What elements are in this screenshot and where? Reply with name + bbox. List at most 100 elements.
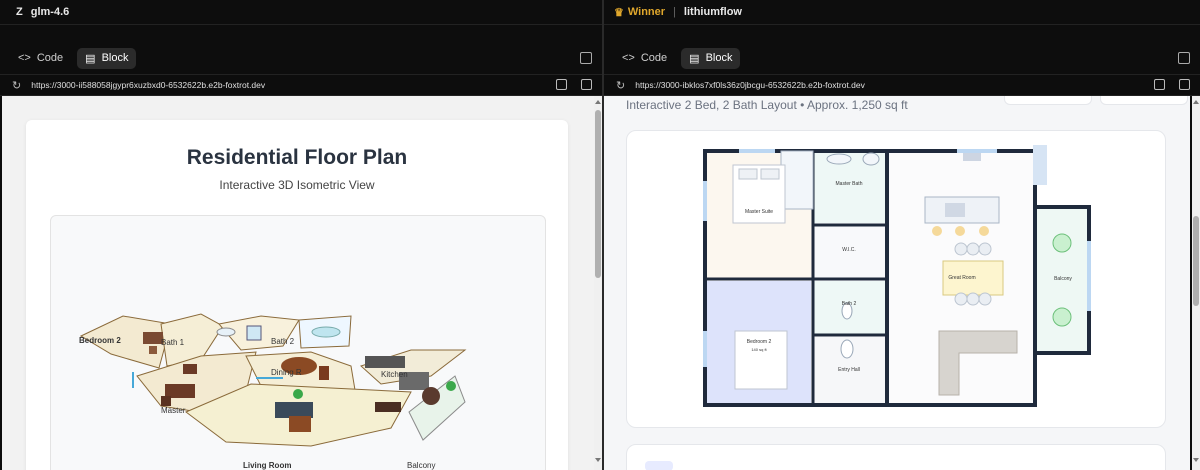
scroll-thumb[interactable]: [595, 110, 601, 278]
furniture-nightstand: [149, 346, 157, 354]
tab-block[interactable]: ▤ Block: [681, 47, 741, 69]
url-text[interactable]: https://3000-ii588058jgypr6xuzbxd0-65326…: [31, 80, 265, 90]
label-bath1: Bath 1: [161, 338, 185, 347]
isometric-svg: [79, 313, 467, 447]
furniture-chair-6: [978, 292, 992, 306]
scroll-up-icon[interactable]: [1193, 100, 1199, 104]
label-master: Master: [161, 406, 186, 415]
tab-block-label: Block: [101, 52, 129, 64]
label-entry-hall: Entry Hall: [838, 367, 860, 373]
tab-block[interactable]: ▤ Block: [77, 47, 137, 69]
right-viewport: Interactive 2 Bed, 2 Bath Layout • Appro…: [604, 96, 1190, 470]
model-name: lithiumflow: [683, 6, 742, 18]
furniture-chair-4: [954, 292, 968, 306]
label-bath2: Bath 2: [271, 337, 295, 346]
furniture-chair-3: [978, 242, 992, 256]
label-balcony: Balcony: [407, 461, 436, 470]
right-header: ♛ Winner | lithiumflow: [604, 0, 1200, 25]
info-card: [626, 444, 1166, 470]
right-tabs: <> Code ▤ Block: [604, 46, 1200, 70]
right-pane: ♛ Winner | lithiumflow <> Code ▤ Block ↻ ht…: [604, 0, 1200, 470]
plant-icon: [293, 389, 303, 399]
scroll-down-icon[interactable]: [595, 458, 601, 462]
fixture-cooktop: [945, 203, 965, 217]
window-icon: [739, 149, 775, 153]
code-icon: <>: [622, 52, 635, 64]
floorplan-card: Residential Floor Plan Interactive 3D Is…: [26, 120, 568, 470]
fixture-shower: [246, 325, 262, 341]
window-icon-5: [1033, 145, 1047, 185]
label-dining: Dining R: [271, 368, 302, 377]
furniture-bed-master: [165, 384, 195, 398]
label-bedroom2-area: 140 sq ft: [751, 347, 767, 352]
header-separator: |: [673, 6, 676, 18]
reload-icon[interactable]: ↻: [616, 79, 625, 92]
label-wic: W.I.C.: [842, 247, 856, 253]
furniture-pillow-2: [760, 168, 780, 180]
fixture-bathtub: [311, 326, 341, 338]
furniture-tv-stand: [375, 402, 401, 412]
furniture-chair-5: [966, 292, 980, 306]
furniture-counter: [365, 356, 405, 368]
tab-block-label: Block: [705, 52, 733, 64]
plant-balcony-icon: [446, 381, 456, 391]
label-living: Living Room: [243, 461, 292, 470]
label-kitchen: Kitchen: [381, 370, 408, 379]
label-bedroom2: Bedroom 2: [79, 336, 121, 345]
open-external-icon[interactable]: [581, 79, 592, 90]
floorplan-card: Master Suite Master Bath W.I.C. Bath 2 B…: [626, 130, 1166, 428]
right-urlbar: ↻ https://3000-ibklos7xf0ls36z0jbcgu-653…: [604, 74, 1200, 96]
copy-icon[interactable]: [556, 79, 567, 90]
code-icon: <>: [18, 52, 31, 64]
furniture-round-table: [422, 387, 440, 405]
tab-code-label: Code: [36, 52, 64, 64]
label-master-bath: Master Bath: [836, 181, 863, 187]
furniture-chair-2: [966, 242, 980, 256]
winner-badge: ♛ Winner: [614, 6, 665, 19]
page-title: Residential Floor Plan: [186, 146, 408, 169]
page-subtitle: Interactive 3D Isometric View: [219, 178, 375, 192]
scroll-thumb[interactable]: [1193, 216, 1199, 306]
label-balcony: Balcony: [1054, 276, 1072, 282]
winner-label: Winner: [627, 6, 666, 18]
furniture-dresser: [161, 396, 171, 406]
top-button-2[interactable]: [1100, 96, 1188, 105]
block-icon: ▤: [689, 52, 700, 65]
panel-toggle-icon[interactable]: [580, 52, 592, 64]
furniture-stool-2: [955, 226, 965, 236]
scroll-down-icon[interactable]: [1193, 458, 1199, 462]
window-icon-6: [1087, 241, 1091, 311]
label-great-room: Great Room: [948, 275, 975, 281]
left-tabs: <> Code ▤ Block: [0, 46, 602, 70]
scroll-up-icon[interactable]: [595, 100, 601, 104]
left-scrollbar[interactable]: [594, 96, 602, 470]
zhipu-logo-icon: Z: [16, 6, 23, 18]
furniture-chair: [954, 242, 968, 256]
left-pane: Z glm-4.6 <> Code ▤ Block ↻ https://3000-i…: [0, 0, 602, 470]
crown-icon: ♛: [614, 6, 624, 19]
url-text[interactable]: https://3000-ibklos7xf0ls36z0jbcgu-65326…: [635, 80, 865, 90]
fireplace-icon: [963, 153, 981, 161]
block-icon: ▤: [85, 52, 96, 65]
model-name: glm-4.6: [30, 6, 70, 18]
copy-icon[interactable]: [1154, 79, 1165, 90]
furniture-stool: [932, 226, 942, 236]
fixture-sink: [216, 327, 236, 337]
tab-code[interactable]: <> Code: [10, 48, 71, 68]
furniture-desk: [183, 364, 197, 374]
top-buttons: [1004, 96, 1188, 105]
page-subtitle: Interactive 2 Bed, 2 Bath Layout • Appro…: [626, 98, 908, 112]
label-bedroom2: Bedroom 2: [747, 339, 772, 345]
furniture-pillow: [738, 168, 758, 180]
panel-toggle-icon[interactable]: [1178, 52, 1190, 64]
left-urlbar: ↻ https://3000-ii588058jgypr6xuzbxd0-653…: [0, 74, 602, 96]
left-header: Z glm-4.6: [0, 0, 602, 25]
right-scrollbar[interactable]: [1192, 96, 1200, 470]
fixture-toilet: [862, 152, 880, 166]
reload-icon[interactable]: ↻: [12, 79, 21, 92]
label-master-suite: Master Suite: [745, 209, 773, 215]
open-external-icon[interactable]: [1179, 79, 1190, 90]
tab-code[interactable]: <> Code: [614, 48, 675, 68]
window-icon-2: [957, 149, 997, 153]
top-button-1[interactable]: [1004, 96, 1092, 105]
